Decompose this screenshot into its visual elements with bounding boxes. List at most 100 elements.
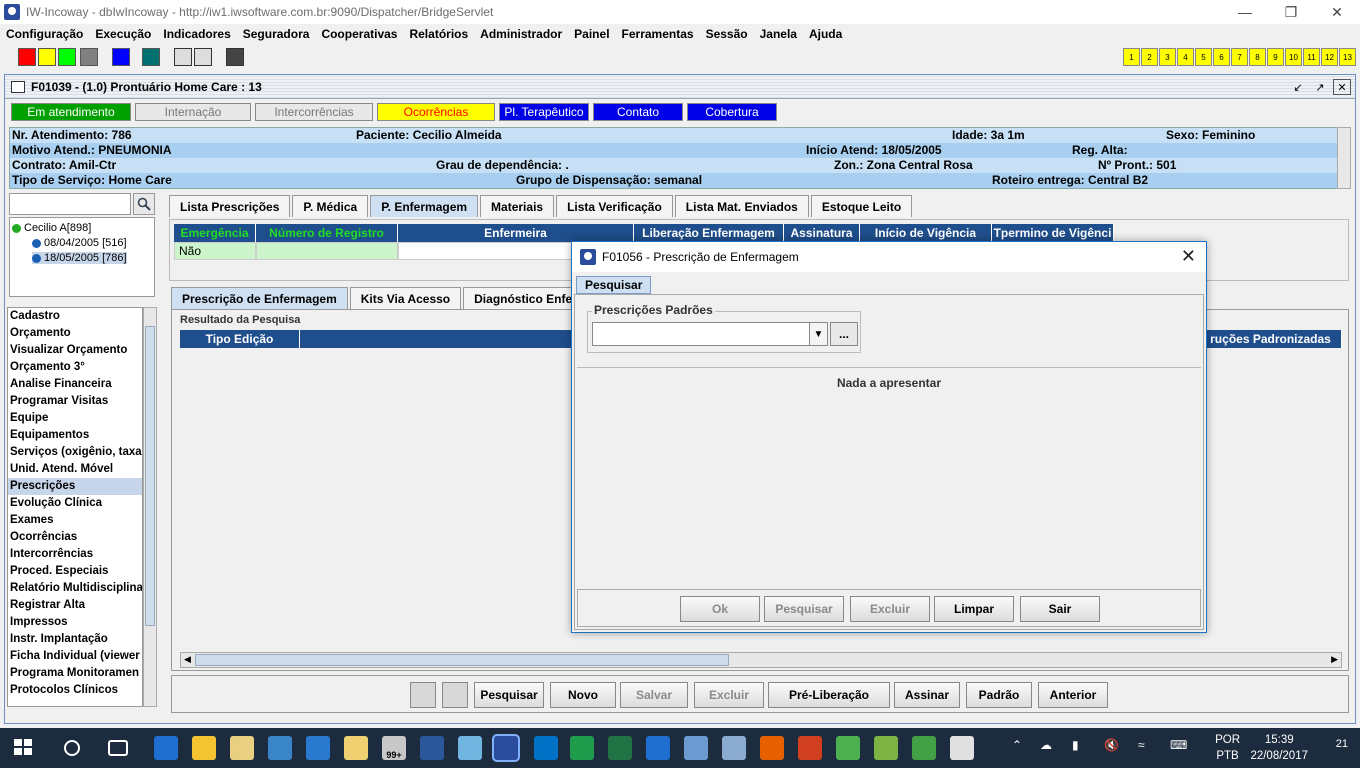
gray-color-button[interactable] <box>80 48 98 66</box>
tab-ocorrencias[interactable]: Ocorrências <box>377 103 495 121</box>
tree-item[interactable]: 08/04/2005 [516] <box>32 237 127 249</box>
patient-search-input[interactable] <box>9 193 131 215</box>
excluir-button[interactable]: Excluir <box>850 596 930 622</box>
number-button[interactable]: 5 <box>1195 48 1212 66</box>
export-icon[interactable] <box>442 682 468 708</box>
scroll-right-icon[interactable]: ▶ <box>1331 654 1338 665</box>
cascade-icon[interactable] <box>174 48 192 66</box>
app-icon[interactable] <box>912 736 936 760</box>
list-item[interactable]: Protocolos Clínicos <box>8 682 142 699</box>
list-item[interactable]: Ficha Individual (viewer <box>8 648 142 665</box>
list-item[interactable]: Evolução Clínica <box>8 495 142 512</box>
scroll-left-icon[interactable]: ◀ <box>184 654 191 665</box>
app-icon[interactable] <box>798 736 822 760</box>
browse-button[interactable]: ... <box>830 322 858 346</box>
close-icon[interactable]: ✕ <box>1181 246 1196 267</box>
red-color-button[interactable] <box>18 48 36 66</box>
tab-diagnostico-enfermagem[interactable]: Diagnóstico Enfer <box>463 287 588 309</box>
teal-color-button[interactable] <box>142 48 160 66</box>
green-color-button[interactable] <box>58 48 76 66</box>
list-item[interactable]: Visualizar Orçamento <box>8 342 142 359</box>
column-header[interactable]: Tpermino de Vigênci <box>992 224 1114 242</box>
scrollbar-thumb[interactable] <box>195 654 729 666</box>
close-icon[interactable]: ✕ <box>1314 0 1360 24</box>
maximize-icon[interactable]: ❐ <box>1268 0 1314 24</box>
volume-icon[interactable]: 🔇 <box>1104 738 1119 752</box>
column-header[interactable]: Início de Vigência <box>860 224 992 242</box>
file-explorer-icon[interactable] <box>192 736 216 760</box>
list-item[interactable]: Programar Visitas <box>8 393 142 410</box>
notification-center-icon[interactable]: 21 <box>1336 738 1348 750</box>
cortana-icon[interactable] <box>60 736 84 760</box>
list-item[interactable]: Serviços (oxigênio, taxa <box>8 444 142 461</box>
list-item[interactable]: Equipamentos <box>8 427 142 444</box>
tab-pl-terapeutico[interactable]: Pl. Terapêutico <box>499 103 589 121</box>
tab-prescricao-enfermagem[interactable]: Prescrição de Enfermagem <box>171 287 348 309</box>
edge-icon[interactable] <box>154 736 178 760</box>
tab-contato[interactable]: Contato <box>593 103 683 121</box>
number-button[interactable]: 10 <box>1285 48 1302 66</box>
chevron-down-icon[interactable]: ▼ <box>809 323 827 345</box>
keyboard-icon[interactable]: ⌨ <box>1170 738 1187 752</box>
list-item[interactable]: Unid. Atend. Móvel <box>8 461 142 478</box>
dark-square-icon[interactable] <box>226 48 244 66</box>
list-item[interactable]: Proced. Especiais <box>8 563 142 580</box>
number-button[interactable]: 3 <box>1159 48 1176 66</box>
menu-relatorios[interactable]: Relatórios <box>409 27 468 41</box>
app-icon[interactable] <box>874 736 898 760</box>
assinar-button[interactable]: Assinar <box>894 682 960 708</box>
number-button[interactable]: 13 <box>1339 48 1356 66</box>
visual-studio-icon[interactable] <box>570 736 594 760</box>
yellow-color-button[interactable] <box>38 48 56 66</box>
list-item[interactable]: Cadastro <box>8 308 142 325</box>
list-item[interactable]: Relatório Multidisciplina <box>8 580 142 597</box>
print-icon[interactable] <box>410 682 436 708</box>
salvar-button[interactable]: Salvar <box>620 682 688 708</box>
menu-administrador[interactable]: Administrador <box>480 27 562 41</box>
tree-root[interactable]: Cecilio A[898] <box>12 222 91 234</box>
number-button[interactable]: 2 <box>1141 48 1158 66</box>
app-icon[interactable] <box>722 736 746 760</box>
app-icon[interactable] <box>344 736 368 760</box>
list-item-selected[interactable]: Prescrições <box>8 478 142 495</box>
blue-color-button[interactable] <box>112 48 130 66</box>
menu-indicadores[interactable]: Indicadores <box>163 27 230 41</box>
ie-icon[interactable] <box>646 736 670 760</box>
minimize-icon[interactable]: — <box>1222 0 1268 24</box>
excel-icon[interactable] <box>608 736 632 760</box>
windows-start-icon[interactable] <box>12 736 36 760</box>
menu-ajuda[interactable]: Ajuda <box>809 27 842 41</box>
tab-lista-prescricoes[interactable]: Lista Prescrições <box>169 195 291 217</box>
wifi-icon[interactable]: ≈ <box>1138 738 1145 752</box>
list-item[interactable]: Analise Financeira <box>8 376 142 393</box>
chevron-up-icon[interactable]: ⌃ <box>1012 738 1022 752</box>
list-item[interactable]: Impressos <box>8 614 142 631</box>
list-item[interactable]: Equipe <box>8 410 142 427</box>
scrollbar-thumb[interactable] <box>145 326 155 626</box>
list-item[interactable]: Exames <box>8 512 142 529</box>
pesquisar-button[interactable]: Pesquisar <box>764 596 844 622</box>
novo-button[interactable]: Novo <box>550 682 616 708</box>
menu-execucao[interactable]: Execução <box>95 27 151 41</box>
tab-kits-via-acesso[interactable]: Kits Via Acesso <box>349 287 462 309</box>
tab-em-atendimento[interactable]: Em atendimento <box>11 103 131 121</box>
list-item[interactable]: Instr. Implantação <box>8 631 142 648</box>
padrao-button[interactable]: Padrão <box>966 682 1032 708</box>
battery-icon[interactable]: ▮ <box>1072 738 1079 752</box>
language-indicator[interactable]: POR PTB <box>1215 732 1240 764</box>
menu-painel[interactable]: Painel <box>574 27 609 41</box>
prescricoes-padroes-select[interactable]: ▼ <box>592 322 828 346</box>
cloud-icon[interactable]: ☁ <box>1040 738 1052 752</box>
list-item[interactable]: Ocorrências <box>8 529 142 546</box>
number-button[interactable]: 12 <box>1321 48 1338 66</box>
menu-cooperativas[interactable]: Cooperativas <box>321 27 397 41</box>
tile-icon[interactable] <box>194 48 212 66</box>
outlook-icon[interactable] <box>534 736 558 760</box>
tab-cobertura[interactable]: Cobertura <box>687 103 777 121</box>
tab-estoque-leito[interactable]: Estoque Leito <box>810 195 913 217</box>
tab-p-medica[interactable]: P. Médica <box>292 195 369 217</box>
pesquisar-button[interactable]: Pesquisar <box>474 682 544 708</box>
tab-p-enfermagem[interactable]: P. Enfermagem <box>370 195 479 217</box>
app-icon[interactable] <box>306 736 330 760</box>
tab-intercorrencias[interactable]: Intercorrências <box>255 103 373 121</box>
